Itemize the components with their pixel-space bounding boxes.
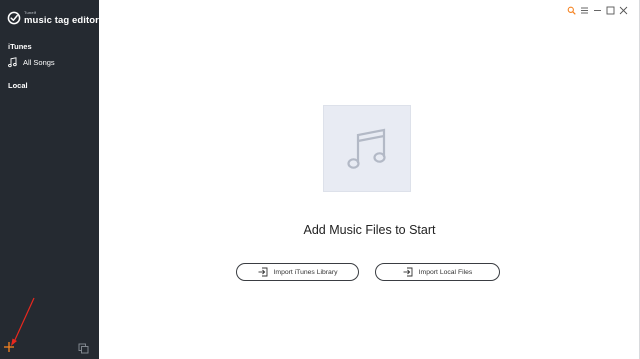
import-itunes-library-button[interactable]: Import iTunes Library [236,263,359,281]
logo-icon [7,11,21,25]
music-note-icon [8,57,17,68]
section-local: Local [8,81,28,90]
import-local-files-label: Import Local Files [418,268,473,276]
copy-icon[interactable] [78,343,89,354]
app-logo: Tunelf music tag editor [7,11,99,26]
close-button[interactable] [617,4,629,16]
import-icon [403,267,413,277]
maximize-button[interactable] [604,4,616,16]
sidebar-item-all-songs[interactable]: All Songs [8,57,55,68]
window-controls [564,4,629,16]
add-button[interactable] [3,341,15,353]
import-itunes-library-label: Import iTunes Library [273,268,338,276]
app-title: music tag editor [24,15,99,26]
menu-button[interactable] [578,4,590,16]
minimize-icon [593,9,601,11]
section-itunes: iTunes [8,42,32,51]
search-icon [567,6,576,15]
music-note-icon [347,128,386,169]
menu-icon [580,7,588,13]
sidebar: Tunelf music tag editor iTunes All Songs… [0,0,99,359]
empty-state-heading: Add Music Files to Start [303,223,436,237]
main-content: Add Music Files to Start Import iTunes L… [99,0,640,359]
import-local-files-button[interactable]: Import Local Files [375,263,500,281]
music-placeholder [323,105,411,192]
sidebar-item-label: All Songs [23,58,55,67]
minimize-button[interactable] [591,4,603,16]
import-icon [258,267,267,277]
search-button[interactable] [565,4,577,16]
maximize-icon [606,6,614,14]
close-icon [619,6,627,14]
